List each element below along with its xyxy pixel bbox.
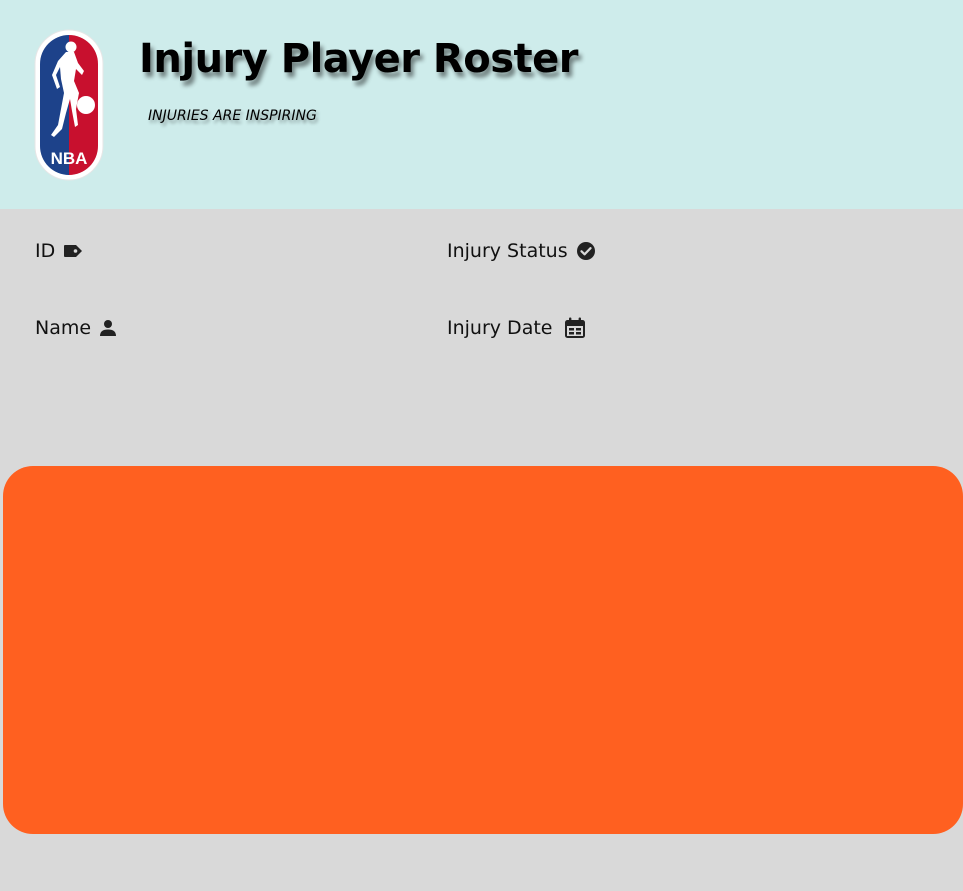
name-field: Name bbox=[35, 317, 117, 339]
page-subtitle: INJURIES ARE INSPIRING bbox=[148, 108, 317, 124]
nba-logo-text: NBA bbox=[51, 149, 88, 168]
player-panel bbox=[3, 466, 963, 834]
nba-logo: NBA bbox=[34, 29, 104, 181]
injury-date-label: Injury Date bbox=[447, 317, 553, 339]
id-field: ID bbox=[35, 240, 83, 262]
id-label: ID bbox=[35, 240, 56, 262]
calendar-icon bbox=[564, 317, 586, 339]
page-title: Injury Player Roster bbox=[139, 36, 578, 82]
injury-status-label: Injury Status bbox=[447, 240, 568, 262]
person-icon bbox=[99, 319, 117, 337]
injury-status-field: Injury Status bbox=[447, 240, 596, 262]
injury-date-field: Injury Date bbox=[447, 317, 586, 339]
tag-icon bbox=[63, 244, 83, 258]
check-circle-icon bbox=[576, 241, 596, 261]
name-label: Name bbox=[35, 317, 92, 339]
header: NBA Injury Player Roster INJURIES ARE IN… bbox=[0, 0, 963, 209]
